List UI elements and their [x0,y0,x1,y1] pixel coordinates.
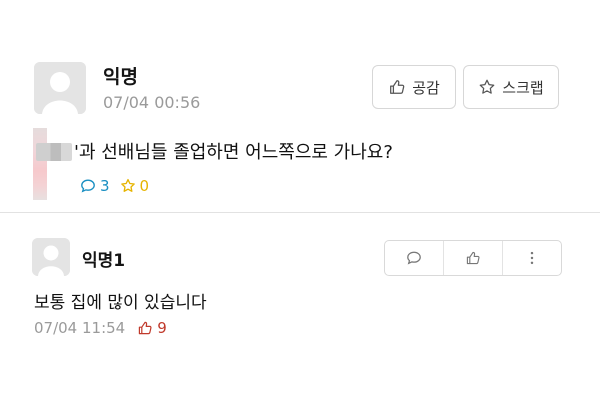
comment-avatar [32,238,70,276]
like-button-label: 공감 [412,78,440,97]
more-options-button[interactable] [503,241,561,275]
thumbs-up-icon [466,251,480,265]
star-icon [479,79,495,94]
scrap-button[interactable]: 스크랩 [463,65,559,109]
post-title-text: '과 선배님들 졸업하면 어느쪽으로 가나요? [74,142,393,163]
post-author: 익명 [103,66,138,88]
author-avatar [34,62,86,114]
post: 익명 07/04 00:56 공감 스크랩 '과 선배님들 졸업하면 어느쪽으로… [0,0,600,212]
user-icon [34,62,86,114]
comment-count-value: 3 [100,177,110,195]
scrap-button-label: 스크랩 [502,78,544,97]
comment: 익명1 보통 집에 많이 있습니다 07/04 11:54 9 [0,213,600,418]
reply-button[interactable] [385,241,444,275]
thumbs-up-icon [139,321,152,335]
star-icon [120,178,135,192]
comment-actions [384,240,562,276]
user-icon [32,238,70,276]
comment-like-count-value: 9 [157,319,167,337]
comment-like-count: 9 [137,319,167,337]
comment-time: 07/04 11:54 [34,319,126,337]
comment-icon [81,179,95,193]
more-vertical-icon [530,251,534,265]
like-button[interactable]: 공감 [372,65,456,109]
post-title: '과 선배님들 졸업하면 어느쪽으로 가나요? [36,138,393,164]
scrap-count: 0 [120,177,150,195]
post-time: 07/04 00:56 [103,93,201,112]
blurred-text [36,143,72,161]
comment-icon [407,251,421,265]
comment-count: 3 [80,177,110,195]
scrap-count-value: 0 [139,177,150,195]
comment-meta: 07/04 11:54 9 [34,319,167,337]
comment-author: 익명1 [82,251,126,271]
comment-like-button[interactable] [444,241,503,275]
post-stats: 3 0 [80,177,159,195]
thumbs-up-icon [390,80,405,94]
comment-text: 보통 집에 많이 있습니다 [34,293,207,313]
